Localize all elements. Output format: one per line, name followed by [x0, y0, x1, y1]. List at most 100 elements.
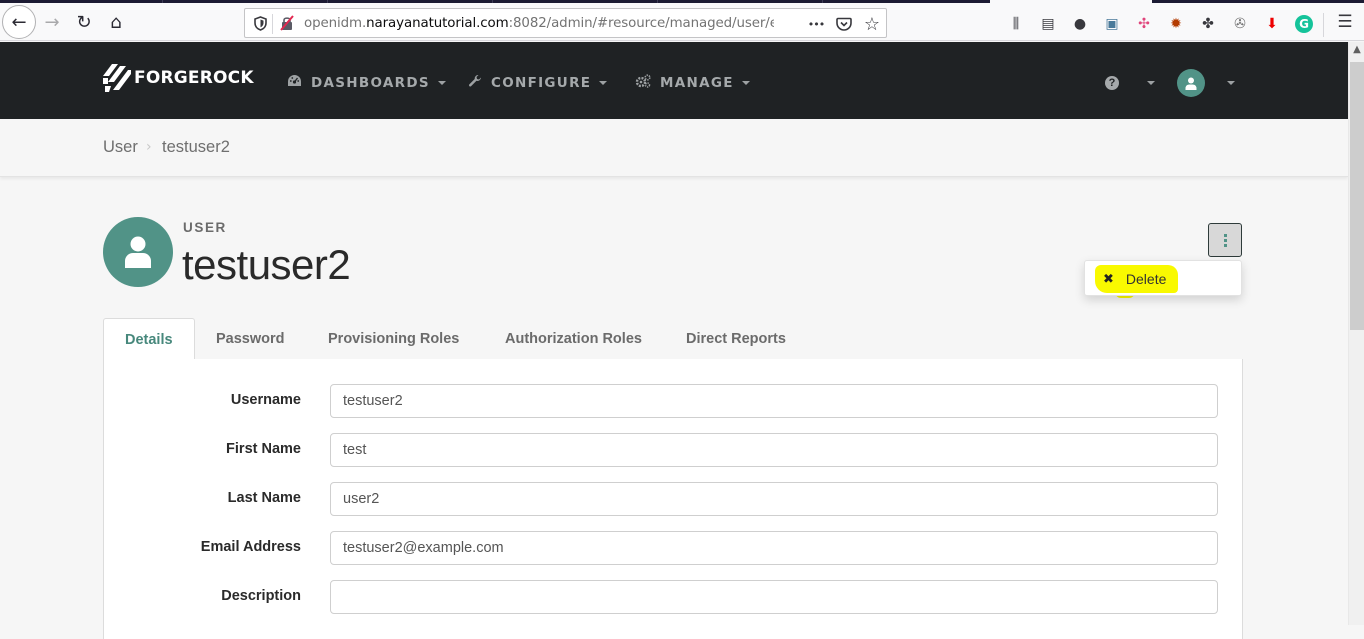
dashboard-icon — [287, 74, 302, 91]
reload-button[interactable]: ↻ — [68, 6, 100, 38]
home-icon: ⌂ — [110, 11, 122, 33]
tab-label: Provisioning Roles — [328, 331, 460, 347]
reader-view-icon[interactable]: ▤ — [1039, 15, 1057, 33]
urlbar-separator — [272, 14, 273, 34]
user-avatar — [103, 217, 173, 287]
grammarly-icon[interactable]: G — [1295, 15, 1313, 33]
close-icon: ✖ — [1103, 271, 1114, 287]
page-actions-button[interactable]: ••• — [805, 13, 827, 35]
pinwheel-extension-icon[interactable]: ✣ — [1135, 15, 1153, 33]
kebab-dot — [1223, 233, 1227, 237]
library-icon[interactable]: ⫼ — [1007, 15, 1025, 33]
star-icon: ☆ — [863, 13, 881, 35]
kebab-dot — [1223, 238, 1227, 242]
tab-authorization-roles[interactable]: Authorization Roles — [484, 318, 663, 360]
tab-details[interactable]: Details — [103, 318, 195, 361]
brand-name: FORGEROCK — [134, 68, 254, 88]
account-icon[interactable]: ● — [1071, 15, 1089, 33]
nav-manage[interactable]: MANAGE — [635, 74, 750, 92]
actions-menu-button[interactable] — [1208, 223, 1242, 257]
address-bar[interactable]: openidm.narayanatutorial.com:8082/admin/… — [244, 8, 887, 38]
forgerock-logo-icon — [103, 64, 131, 92]
user-tabs: Details Password Provisioning Roles Auth… — [103, 318, 1243, 361]
first-name-label: First Name — [226, 441, 301, 457]
pocket-icon — [836, 17, 852, 31]
breadcrumb: User › testuser2 — [0, 119, 1348, 177]
delete-label: Delete — [1125, 271, 1167, 287]
turtle-extension-icon[interactable]: ✤ — [1199, 15, 1217, 33]
page-title: testuser2 — [182, 241, 351, 288]
username-input[interactable] — [330, 384, 1218, 418]
bookmark-star-button[interactable]: ☆ — [861, 13, 883, 35]
sun-extension-icon[interactable]: ✹ — [1167, 15, 1185, 33]
tab-password[interactable]: Password — [195, 318, 306, 360]
username-label: Username — [230, 392, 301, 408]
forward-button[interactable]: → — [36, 6, 68, 38]
nav-configure[interactable]: CONFIGURE — [468, 74, 608, 92]
browser-toolbar: ← → ↻ ⌂ openidm.narayanatutorial.com:808… — [0, 3, 1364, 41]
form-row-email: Email Address — [104, 531, 1244, 565]
tab-label: Direct Reports — [686, 331, 786, 347]
hamburger-menu-icon: ☰ — [1337, 12, 1353, 32]
caret-down-icon — [437, 80, 446, 85]
tracking-protection-shield-icon[interactable] — [252, 14, 268, 32]
back-arrow-icon: ← — [11, 11, 27, 33]
ellipsis-icon: ••• — [807, 17, 825, 31]
tab-provisioning-roles[interactable]: Provisioning Roles — [307, 318, 480, 360]
description-input[interactable] — [330, 580, 1218, 614]
user-avatar-menu[interactable] — [1177, 69, 1205, 97]
insecure-lock-icon[interactable] — [279, 15, 295, 31]
breadcrumb-separator-icon: › — [146, 139, 152, 155]
object-type-label: USER — [183, 220, 227, 235]
page-scrollbar[interactable]: ▲ — [1348, 42, 1364, 625]
nav-manage-label: MANAGE — [660, 75, 734, 91]
breadcrumb-current: testuser2 — [162, 138, 230, 156]
tab-label: Authorization Roles — [505, 331, 642, 347]
home-button[interactable]: ⌂ — [100, 6, 132, 38]
nav-configure-label: CONFIGURE — [491, 75, 592, 91]
delete-menu-item[interactable]: ✖ Delete — [1095, 265, 1179, 293]
first-name-input[interactable] — [330, 433, 1218, 467]
tab-direct-reports[interactable]: Direct Reports — [665, 318, 807, 360]
film-reel-extension-icon[interactable]: ✇ — [1231, 15, 1249, 33]
scrollbar-thumb[interactable] — [1350, 62, 1364, 330]
description-label: Description — [221, 588, 301, 604]
help-caret-down-icon[interactable] — [1147, 81, 1155, 85]
forward-arrow-icon: → — [44, 11, 60, 33]
email-input[interactable] — [330, 531, 1218, 565]
user-icon — [1185, 77, 1197, 90]
pocket-button[interactable] — [833, 13, 855, 35]
scroll-up-arrow-icon[interactable]: ▲ — [1352, 45, 1362, 55]
tab-label: Password — [216, 331, 285, 347]
last-name-input[interactable] — [330, 482, 1218, 516]
download-arrow-extension-icon[interactable]: ⬇ — [1263, 15, 1281, 33]
user-menu-caret-down-icon[interactable] — [1227, 81, 1235, 85]
screenshot-extension-icon[interactable]: ▣ — [1103, 15, 1121, 33]
caret-down-icon — [599, 81, 608, 85]
tab-label: Details — [125, 331, 173, 348]
url-text[interactable]: openidm.narayanatutorial.com:8082/admin/… — [304, 16, 774, 31]
breadcrumb-user-link[interactable]: User — [103, 138, 138, 157]
form-row-description: Description — [104, 580, 1244, 614]
form-row-first-name: First Name — [104, 433, 1244, 467]
app-menu-button[interactable]: ☰ — [1336, 12, 1354, 32]
help-icon[interactable]: ? — [1105, 76, 1119, 90]
toolbar-separator — [1323, 13, 1324, 37]
url-subdomain: openidm. — [304, 16, 367, 31]
forgerock-logo[interactable]: FORGEROCK — [103, 62, 254, 94]
url-host: narayanatutorial.com — [366, 16, 509, 31]
caret-down-icon — [741, 81, 750, 85]
reload-icon: ↻ — [76, 11, 92, 33]
app-header: FORGEROCK DASHBOARDS CONFIGURE MANAGE ? — [0, 42, 1348, 119]
last-name-label: Last Name — [227, 490, 301, 506]
back-button[interactable]: ← — [2, 5, 36, 39]
form-row-last-name: Last Name — [104, 482, 1244, 516]
form-row-username: Username — [104, 384, 1244, 418]
nav-dashboards[interactable]: DASHBOARDS — [287, 74, 446, 91]
kebab-dot — [1223, 243, 1227, 247]
cogs-icon — [635, 74, 651, 92]
user-icon — [125, 236, 151, 268]
actions-dropdown: ✖ Delete — [1084, 260, 1242, 296]
details-form: Username First Name Last Name Email Addr… — [103, 359, 1243, 639]
url-path: :8082/admin/#resource/managed/user/edit/… — [508, 16, 774, 31]
